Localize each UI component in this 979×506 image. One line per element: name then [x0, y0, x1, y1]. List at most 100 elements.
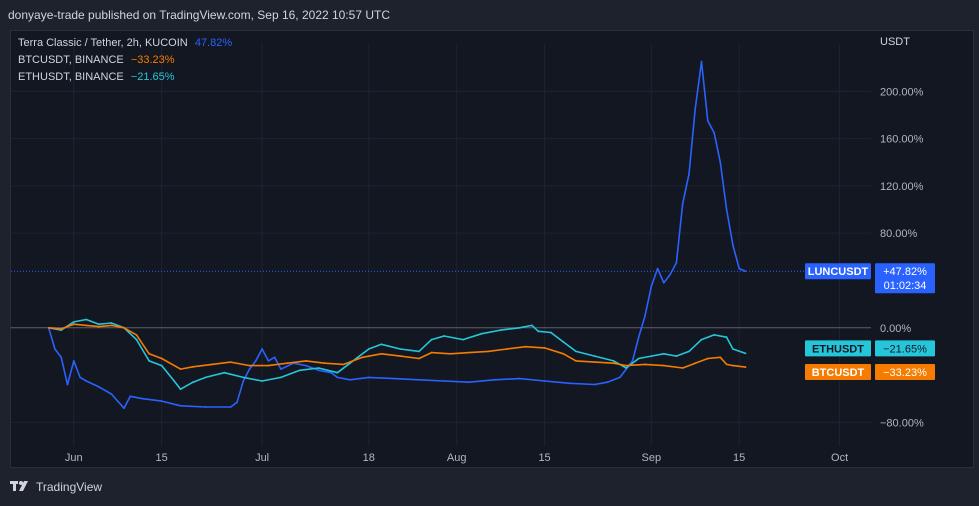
- chart-legend: Terra Classic / Tether, 2h, KUCOIN 47.82…: [18, 35, 232, 86]
- data-point-btcusdt: [361, 356, 364, 359]
- data-point-luncusdt: [688, 173, 690, 176]
- y-tick-label: 200.00%: [880, 86, 924, 98]
- data-point-ethusdt: [499, 329, 502, 331]
- data-point-luncusdt: [418, 378, 420, 381]
- y-tick-label: 80.00%: [880, 228, 918, 240]
- data-point-luncusdt: [60, 356, 63, 359]
- footer-branding[interactable]: TradingView: [10, 480, 102, 494]
- data-point-luncusdt: [317, 369, 320, 372]
- data-point-ethusdt: [518, 326, 521, 329]
- data-point-ethusdt: [593, 355, 596, 357]
- x-tick-label: Sep: [642, 452, 662, 464]
- data-point-btcusdt: [160, 357, 163, 360]
- data-point-luncusdt: [694, 108, 697, 110]
- legend-name: ETHUSDT, BINANCE: [18, 71, 124, 83]
- x-tick-label: Aug: [447, 452, 467, 464]
- y-tick-label: 160.00%: [880, 134, 924, 146]
- data-point-btcusdt: [98, 325, 100, 328]
- data-point-luncusdt: [204, 406, 207, 408]
- data-point-ethusdt: [562, 341, 565, 343]
- data-point-ethusdt: [725, 336, 728, 339]
- data-point-ethusdt: [223, 371, 226, 374]
- data-point-luncusdt: [732, 244, 734, 246]
- data-point-luncusdt: [706, 120, 709, 122]
- data-point-luncusdt: [98, 386, 100, 388]
- legend-item-lunc[interactable]: Terra Classic / Tether, 2h, KUCOIN 47.82…: [18, 35, 232, 52]
- data-point-ethusdt: [367, 348, 370, 350]
- x-axis: Jun 15 Jul 18 Aug 15 Sep 15 Oct: [65, 452, 848, 464]
- price-badges-layer: LUNCUSDT +47.82% 01:02:34 ETHUSDT −21.65% BTC…: [805, 263, 935, 381]
- data-point-luncusdt: [116, 400, 119, 402]
- data-point-ethusdt: [575, 350, 577, 353]
- data-point-ethusdt: [336, 371, 339, 374]
- legend-item-eth[interactable]: ETHUSDT, BINANCE −21.65%: [18, 69, 232, 86]
- data-point-ethusdt: [744, 352, 747, 355]
- data-point-btcusdt: [732, 364, 734, 367]
- data-point-ethusdt: [261, 380, 263, 382]
- legend-value: 47.82%: [194, 37, 233, 49]
- data-point-luncusdt: [229, 406, 232, 408]
- badge-symbol-text: ETHUSDT: [812, 343, 864, 355]
- data-point-luncusdt: [123, 407, 125, 410]
- data-point-luncusdt: [606, 381, 609, 384]
- data-point-luncusdt: [650, 285, 653, 288]
- badge-countdown-text: 01:02:34: [884, 280, 927, 292]
- data-point-btcusdt: [662, 364, 665, 367]
- data-point-btcusdt: [719, 356, 722, 359]
- data-point-ethusdt: [160, 364, 163, 367]
- data-point-luncusdt: [305, 364, 307, 367]
- data-point-btcusdt: [644, 363, 646, 366]
- data-point-luncusdt: [261, 348, 263, 350]
- x-tick-label: 15: [156, 452, 168, 464]
- series-lines-layer: [11, 60, 871, 410]
- data-point-luncusdt: [644, 315, 646, 317]
- data-point-luncusdt: [593, 383, 596, 386]
- data-point-btcusdt: [744, 366, 747, 368]
- data-point-ethusdt: [688, 350, 690, 353]
- data-point-ethusdt: [480, 332, 483, 335]
- data-point-btcusdt: [725, 363, 728, 366]
- data-point-ethusdt: [399, 348, 402, 350]
- data-point-btcusdt: [380, 352, 383, 355]
- tradingview-logo-icon: [10, 481, 28, 491]
- data-point-ethusdt: [380, 343, 383, 346]
- data-point-luncusdt: [700, 60, 703, 63]
- data-point-ethusdt: [537, 330, 540, 333]
- data-point-luncusdt: [738, 267, 741, 270]
- badge-symbol-text: BTCUSDT: [812, 367, 865, 379]
- data-point-ethusdt: [110, 322, 113, 324]
- data-point-btcusdt: [47, 326, 50, 329]
- legend-item-btc[interactable]: BTCUSDT, BINANCE −33.23%: [18, 52, 232, 69]
- data-point-luncusdt: [443, 380, 445, 382]
- data-point-luncusdt: [725, 208, 728, 211]
- data-point-btcusdt: [694, 362, 697, 365]
- data-point-luncusdt: [675, 261, 678, 264]
- footer-brand-text: TradingView: [36, 480, 103, 494]
- data-point-btcusdt: [123, 326, 125, 329]
- data-point-luncusdt: [367, 376, 370, 379]
- data-point-luncusdt: [656, 267, 659, 270]
- x-tick-label: 15: [538, 452, 550, 464]
- data-point-ethusdt: [317, 367, 320, 369]
- data-point-ethusdt: [204, 376, 207, 379]
- data-point-ethusdt: [148, 360, 151, 362]
- data-point-luncusdt: [662, 281, 665, 284]
- data-point-luncusdt: [336, 376, 339, 379]
- data-point-luncusdt: [54, 348, 56, 350]
- data-point-ethusdt: [430, 338, 433, 341]
- data-point-luncusdt: [248, 368, 251, 370]
- data-point-btcusdt: [468, 351, 471, 354]
- x-tick-label: Jun: [65, 452, 83, 464]
- data-point-btcusdt: [543, 347, 546, 349]
- data-point-luncusdt: [393, 377, 395, 380]
- data-point-btcusdt: [681, 367, 684, 369]
- data-point-btcusdt: [430, 351, 433, 354]
- data-point-btcusdt: [625, 364, 628, 367]
- data-point-ethusdt: [418, 350, 420, 353]
- data-point-btcusdt: [706, 357, 709, 360]
- data-point-luncusdt: [568, 382, 571, 385]
- data-point-luncusdt: [236, 401, 238, 404]
- data-point-btcusdt: [324, 362, 326, 365]
- data-point-btcusdt: [305, 360, 307, 362]
- data-point-ethusdt: [675, 355, 678, 357]
